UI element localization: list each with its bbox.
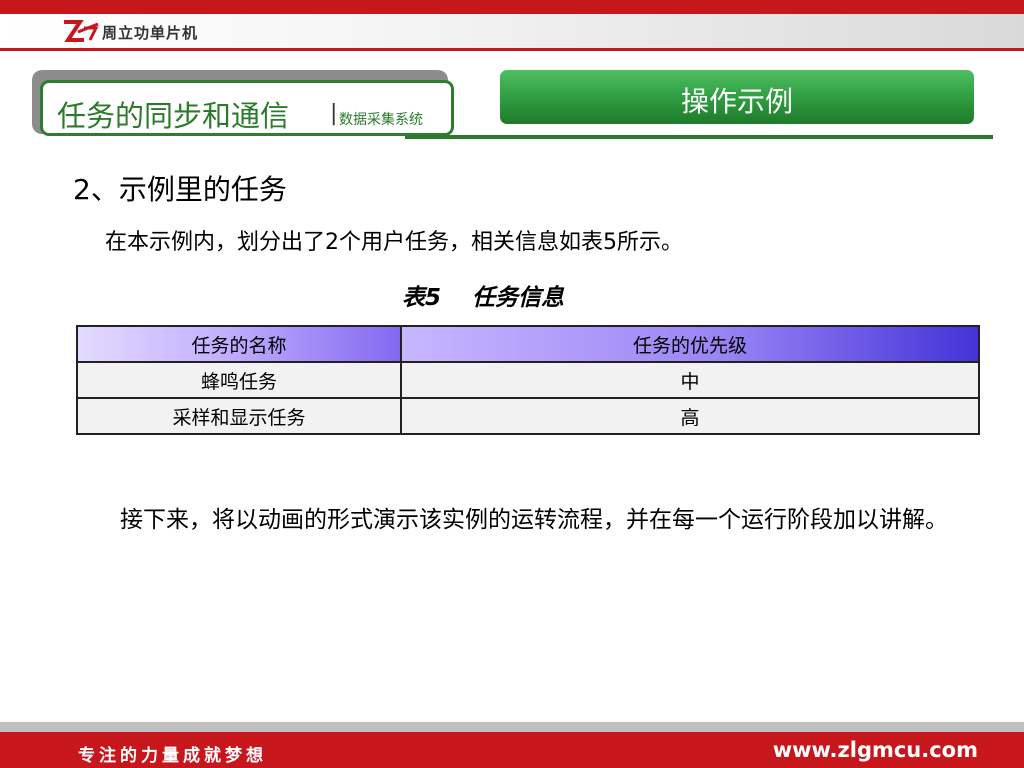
table-caption: 表5 任务信息 — [402, 285, 565, 311]
table-row: 蜂鸣任务 中 — [76, 361, 980, 399]
header-task-priority: 任务的优先级 — [400, 325, 980, 363]
content-heading: 2、示例里的任务 — [73, 173, 287, 206]
footer-website: www.zlgmcu.com — [772, 738, 978, 762]
slide-subtitle: 数据采集系统 — [339, 112, 423, 128]
footer-gray-band — [0, 722, 1024, 732]
title-box: 任务的同步和通信 | 数据采集系统 — [40, 80, 454, 136]
task-priority-cell: 中 — [400, 361, 980, 399]
title-separator: | — [330, 101, 338, 126]
header-divider — [0, 48, 1024, 51]
footer-bar: 专注的力量成就梦想 www.zlgmcu.com — [0, 732, 1024, 768]
table-header-row: 任务的名称 任务的优先级 — [76, 325, 980, 363]
task-name-cell: 采样和显示任务 — [76, 397, 402, 435]
table-row: 采样和显示任务 高 — [76, 397, 980, 435]
company-name: 周立功单片机 — [102, 24, 199, 42]
intro-text: 在本示例内，划分出了2个用户任务，相关信息如表5所示。 — [105, 230, 683, 255]
task-table: 任务的名称 任务的优先级 蜂鸣任务 中 采样和显示任务 高 — [76, 325, 980, 435]
section-label: 操作示例 — [680, 85, 793, 118]
task-name-cell: 蜂鸣任务 — [76, 361, 402, 399]
green-rule — [405, 135, 993, 139]
footer-slogan: 专注的力量成就梦想 — [78, 746, 267, 766]
task-priority-cell: 高 — [400, 397, 980, 435]
top-red-bar — [0, 0, 1024, 14]
outro-text: 接下来，将以动画的形式演示该实例的运转流程，并在每一个运行阶段加以讲解。 — [120, 507, 948, 533]
section-banner: 操作示例 — [500, 70, 974, 124]
zlg-logo-icon — [64, 20, 99, 42]
slide-title: 任务的同步和通信 — [57, 99, 290, 133]
header-task-name: 任务的名称 — [76, 325, 402, 363]
